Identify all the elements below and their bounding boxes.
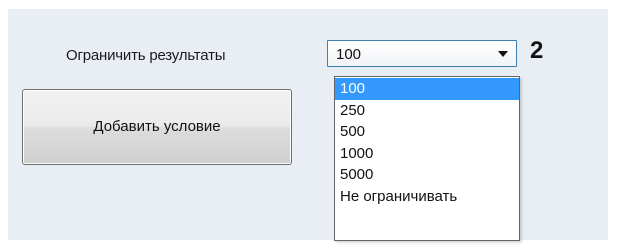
dropdown-option-no-limit[interactable]: Не ограничивать	[335, 186, 519, 208]
dropdown-option-100[interactable]: 100	[335, 78, 519, 100]
dropdown-option-250[interactable]: 250	[335, 100, 519, 122]
limit-results-value: 100	[336, 46, 362, 63]
add-condition-label: Добавить условие	[93, 118, 221, 135]
chevron-down-icon[interactable]	[498, 51, 508, 57]
dropdown-option-500[interactable]: 500	[335, 121, 519, 143]
limit-results-dropdown-list: 100 250 500 1000 5000 Не ограничивать	[334, 76, 520, 241]
dropdown-option-1000[interactable]: 1000	[335, 143, 519, 165]
dropdown-option-5000[interactable]: 5000	[335, 164, 519, 186]
add-condition-button[interactable]: Добавить условие	[22, 89, 292, 165]
callout-number: 2	[530, 37, 544, 64]
limit-results-label: Ограничить результаты	[66, 47, 226, 64]
limit-results-select[interactable]: 100	[327, 40, 517, 67]
